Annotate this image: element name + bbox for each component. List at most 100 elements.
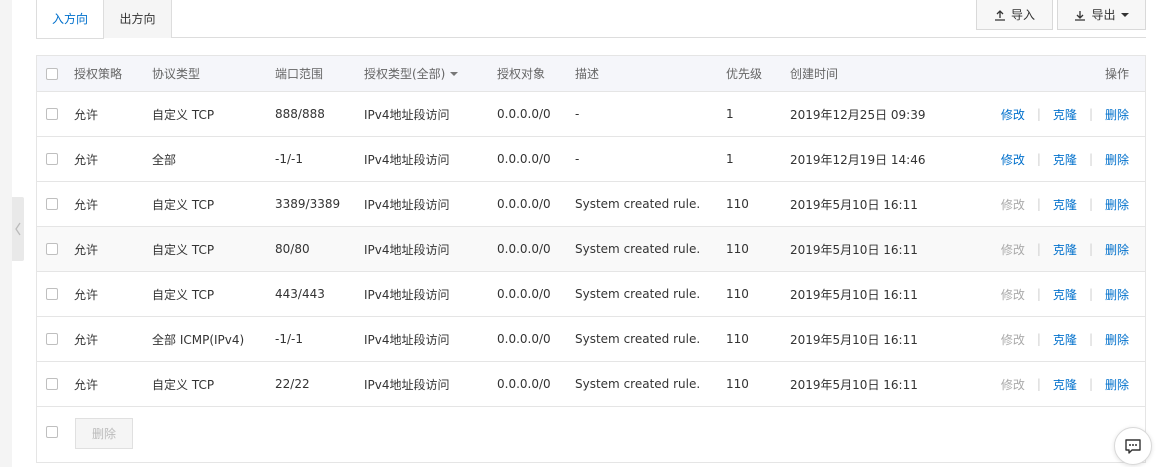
- row-actions: 修改 | 克隆 | 删除: [1001, 362, 1129, 406]
- row-actions: 修改 | 克隆 | 删除: [1001, 92, 1129, 136]
- chat-button[interactable]: [1114, 427, 1152, 465]
- delete-link[interactable]: 删除: [1105, 376, 1129, 393]
- sidebar-collapse-handle[interactable]: [12, 197, 24, 261]
- cell-protocol: 自定义 TCP: [152, 287, 215, 302]
- chat-icon: [1125, 439, 1141, 454]
- edit-link[interactable]: 修改: [1001, 196, 1025, 213]
- cell-policy: 允许: [74, 152, 99, 167]
- cell-created: 2019年5月10日 16:11: [790, 242, 918, 257]
- download-icon: [1075, 10, 1086, 21]
- divider: |: [1088, 287, 1093, 301]
- edit-link[interactable]: 修改: [1001, 331, 1025, 348]
- clone-link[interactable]: 克隆: [1053, 286, 1077, 303]
- import-button[interactable]: 导入: [976, 0, 1053, 30]
- delete-link[interactable]: 删除: [1105, 241, 1129, 258]
- table-row: 允许 自定义 TCP 3389/3389 IPv4地址段访问 0.0.0.0/0 Syst…: [37, 182, 1145, 227]
- cell-description: -: [575, 152, 580, 166]
- cell-port: -1/-1: [275, 152, 303, 166]
- cell-description: System created rule.: [575, 287, 701, 301]
- cell-policy: 允许: [74, 197, 99, 212]
- table-header: 授权策略 协议类型 端口范围 授权类型(全部) 授权对象 描述 优先级 创建时间…: [37, 56, 1145, 92]
- divider: |: [1088, 332, 1093, 346]
- edit-link[interactable]: 修改: [1001, 241, 1025, 258]
- delete-link[interactable]: 删除: [1105, 331, 1129, 348]
- cell-port: -1/-1: [275, 332, 303, 346]
- divider: |: [1088, 152, 1093, 166]
- upload-icon: [994, 9, 1005, 21]
- col-created: 创建时间: [790, 67, 839, 81]
- clone-link[interactable]: 克隆: [1053, 196, 1077, 213]
- cell-port: 443/443: [275, 287, 325, 301]
- col-policy: 授权策略: [74, 67, 123, 81]
- export-label: 导出: [1091, 8, 1116, 22]
- clone-link[interactable]: 克隆: [1053, 151, 1077, 168]
- export-button[interactable]: 导出: [1057, 0, 1146, 30]
- edit-link[interactable]: 修改: [1001, 376, 1025, 393]
- cell-auth-type: IPv4地址段访问: [364, 107, 450, 122]
- row-checkbox[interactable]: [46, 333, 58, 345]
- select-all-checkbox[interactable]: [46, 67, 58, 80]
- cell-priority: 110: [726, 287, 749, 301]
- row-checkbox[interactable]: [46, 198, 58, 210]
- divider: |: [1036, 107, 1041, 121]
- delete-link[interactable]: 删除: [1105, 151, 1129, 168]
- delete-link[interactable]: 删除: [1105, 106, 1129, 123]
- divider: |: [1088, 377, 1093, 391]
- cell-auth-target: 0.0.0.0/0: [497, 197, 551, 211]
- footer-select-all-checkbox[interactable]: [46, 426, 58, 438]
- cell-auth-target: 0.0.0.0/0: [497, 332, 551, 346]
- clone-link[interactable]: 克隆: [1053, 106, 1077, 123]
- table-row: 允许 自定义 TCP 22/22 IPv4地址段访问 0.0.0.0/0 System c…: [37, 362, 1145, 407]
- cell-protocol: 自定义 TCP: [152, 197, 215, 212]
- col-port: 端口范围: [275, 67, 324, 81]
- tab-outbound[interactable]: 出方向: [104, 0, 172, 38]
- filter-caret-icon[interactable]: [450, 71, 459, 76]
- delete-link[interactable]: 删除: [1105, 196, 1129, 213]
- delete-link[interactable]: 删除: [1105, 286, 1129, 303]
- clone-link[interactable]: 克隆: [1053, 376, 1077, 393]
- row-checkbox[interactable]: [46, 288, 58, 300]
- divider: |: [1036, 332, 1041, 346]
- table-row: 允许 自定义 TCP 80/80 IPv4地址段访问 0.0.0.0/0 System c…: [37, 227, 1145, 272]
- cell-description: System created rule.: [575, 377, 701, 391]
- row-checkbox[interactable]: [46, 378, 58, 390]
- clone-link[interactable]: 克隆: [1053, 241, 1077, 258]
- bulk-delete-button[interactable]: 删除: [75, 418, 133, 449]
- row-checkbox[interactable]: [46, 153, 58, 165]
- auth-type-filter-label[interactable]: 授权类型(全部): [364, 65, 445, 82]
- col-protocol: 协议类型: [152, 67, 201, 81]
- cell-description: System created rule.: [575, 242, 701, 256]
- row-actions: 修改 | 克隆 | 删除: [1001, 137, 1129, 181]
- cell-auth-type: IPv4地址段访问: [364, 197, 450, 212]
- cell-description: System created rule.: [575, 332, 701, 346]
- cell-policy: 允许: [74, 242, 99, 257]
- tab-inbound[interactable]: 入方向: [36, 0, 104, 39]
- divider: |: [1088, 197, 1093, 211]
- edit-link[interactable]: 修改: [1001, 106, 1025, 123]
- cell-auth-type: IPv4地址段访问: [364, 242, 450, 257]
- table-body: 允许 自定义 TCP 888/888 IPv4地址段访问 0.0.0.0/0-1 2019…: [37, 92, 1145, 407]
- col-priority: 优先级: [726, 67, 763, 81]
- edit-link[interactable]: 修改: [1001, 151, 1025, 168]
- row-actions: 修改 | 克隆 | 删除: [1001, 317, 1129, 361]
- cell-priority: 110: [726, 377, 749, 391]
- col-auth-type[interactable]: 授权类型(全部): [364, 56, 459, 91]
- cell-auth-type: IPv4地址段访问: [364, 332, 450, 347]
- cell-policy: 允许: [74, 377, 99, 392]
- clone-link[interactable]: 克隆: [1053, 331, 1077, 348]
- divider: |: [1036, 242, 1041, 256]
- table-row: 允许 自定义 TCP 443/443 IPv4地址段访问 0.0.0.0/0 System…: [37, 272, 1145, 317]
- cell-created: 2019年12月19日 14:46: [790, 152, 926, 167]
- row-checkbox[interactable]: [46, 243, 58, 255]
- chevron-left-icon: [15, 222, 21, 236]
- divider: |: [1036, 287, 1041, 301]
- cell-policy: 允许: [74, 332, 99, 347]
- table-row: 允许 全部 ICMP(IPv4) -1/-1 IPv4地址段访问 0.0.0.0/0 Sy…: [37, 317, 1145, 362]
- row-checkbox[interactable]: [46, 108, 58, 120]
- col-description: 描述: [575, 67, 600, 81]
- cell-priority: 110: [726, 197, 749, 211]
- cell-auth-type: IPv4地址段访问: [364, 152, 450, 167]
- edit-link[interactable]: 修改: [1001, 286, 1025, 303]
- cell-priority: 1: [726, 152, 734, 166]
- cell-policy: 允许: [74, 107, 99, 122]
